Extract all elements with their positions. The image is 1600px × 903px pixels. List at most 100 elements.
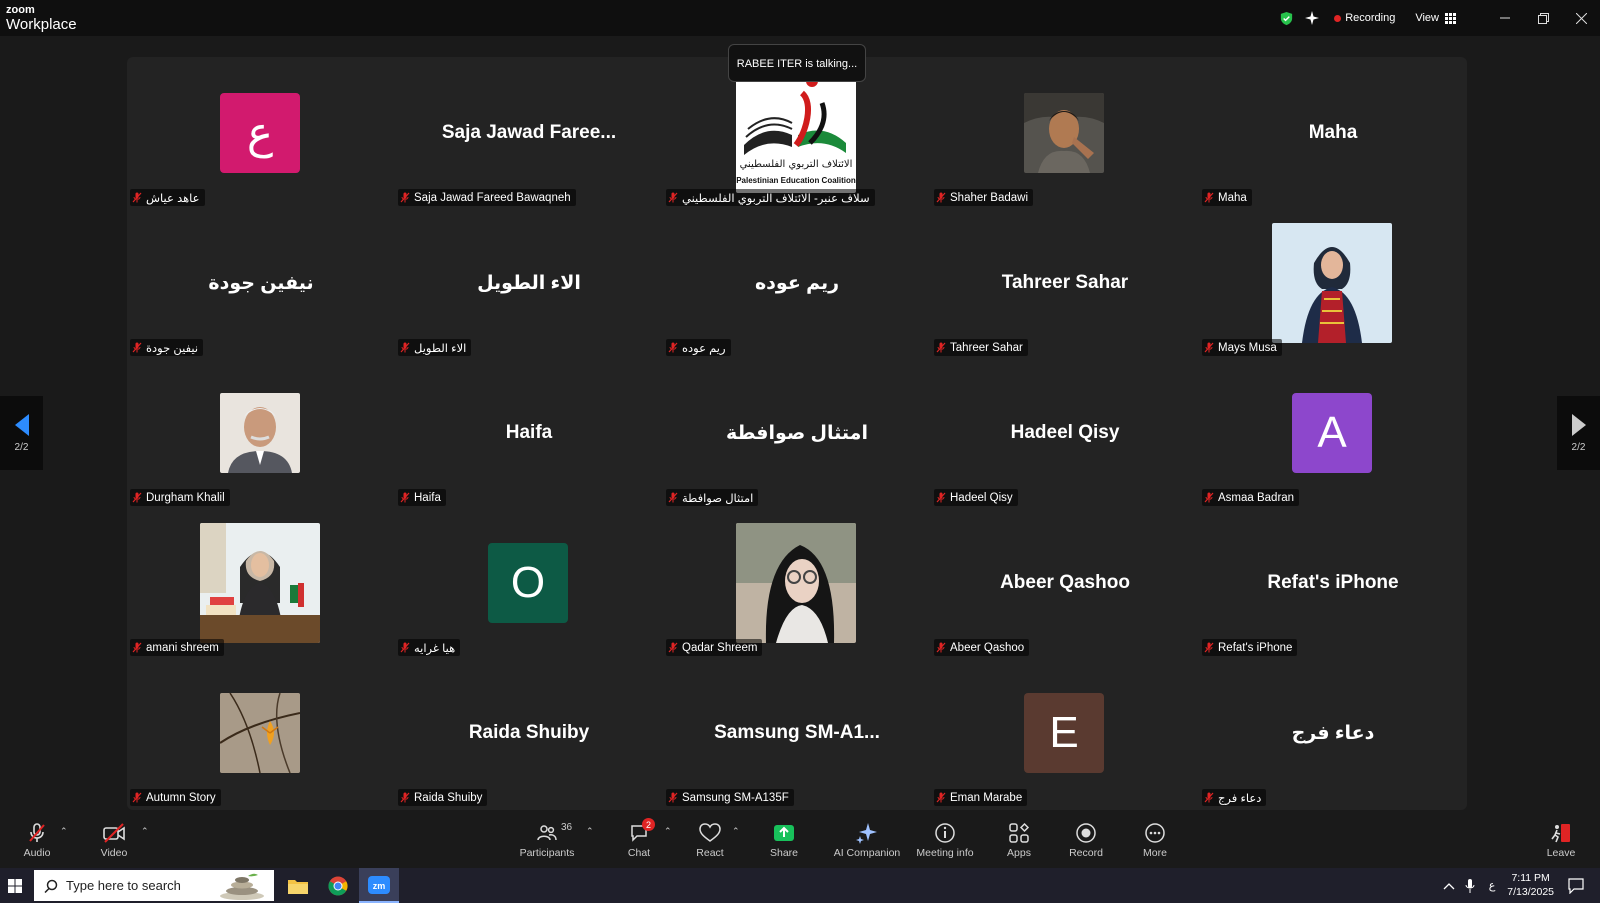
- mic-muted-icon: [668, 792, 678, 803]
- participant-tile[interactable]: O هيا غرايه: [395, 508, 663, 658]
- taskbar-clock[interactable]: 7:11 PM 7/13/2025: [1507, 872, 1554, 899]
- react-options-chevron-icon[interactable]: ⌃: [732, 826, 740, 837]
- participant-tile[interactable]: Maha Maha: [1199, 58, 1467, 208]
- participants-button[interactable]: 36 Participants: [512, 820, 582, 859]
- leave-button[interactable]: Leave: [1526, 820, 1596, 859]
- participant-photo: [200, 523, 320, 643]
- participant-tile[interactable]: Qadar Shreem: [663, 508, 931, 658]
- participant-tile[interactable]: ريم عوده ريم عوده: [663, 208, 931, 358]
- participant-tile[interactable]: A Asmaa Badran: [1199, 358, 1467, 508]
- video-options-chevron-icon[interactable]: ⌃: [141, 826, 149, 837]
- participant-tile[interactable]: Shaher Badawi: [931, 58, 1199, 208]
- participant-display-name: امتثال صوافطة: [726, 422, 868, 444]
- mic-muted-icon: [936, 642, 946, 653]
- participant-video: [736, 523, 856, 643]
- chrome-taskbar-button[interactable]: [318, 868, 358, 903]
- next-page-button[interactable]: 2/2: [1557, 396, 1600, 470]
- participant-display-name: Saja Jawad Faree...: [441, 122, 617, 143]
- participant-tile[interactable]: امتثال صوافطة امتثال صوافطة: [663, 358, 931, 508]
- participant-tile[interactable]: Hadeel Qisy Hadeel Qisy: [931, 358, 1199, 508]
- mic-muted-icon: [668, 192, 678, 203]
- previous-page-button[interactable]: 2/2: [0, 396, 43, 470]
- chrome-icon: [328, 876, 348, 896]
- participant-tile[interactable]: Raida Shuiby Raida Shuiby: [395, 658, 663, 808]
- participant-name-label: Haifa: [398, 489, 446, 506]
- participant-tile[interactable]: Saja Jawad Faree... Saja Jawad Fareed Baw…: [395, 58, 663, 208]
- more-button[interactable]: More: [1120, 820, 1190, 859]
- participant-tile[interactable]: Tahreer Sahar Tahreer Sahar: [931, 208, 1199, 358]
- meeting-info-button[interactable]: Meeting info: [905, 820, 985, 859]
- start-button[interactable]: [0, 868, 30, 903]
- participant-name-label: Saja Jawad Fareed Bawaqneh: [398, 189, 576, 206]
- minimize-icon: [1500, 17, 1510, 19]
- participant-display-name: Tahreer Sahar: [1001, 272, 1129, 293]
- participant-tile[interactable]: Mays Musa: [1199, 208, 1467, 358]
- mic-muted-icon: [132, 192, 142, 203]
- mic-muted-icon: [1204, 492, 1214, 503]
- avatar-initial: A: [1292, 393, 1372, 473]
- mic-muted-icon: [668, 342, 678, 353]
- mic-muted-icon: [400, 192, 410, 203]
- participant-tile[interactable]: نيفين جودة نيفين جودة: [127, 208, 395, 358]
- notifications-icon[interactable]: [1568, 877, 1584, 894]
- mic-muted-icon: [400, 792, 410, 803]
- participant-name-label: Eman Marabe: [934, 789, 1028, 806]
- encryption-shield-icon[interactable]: [1279, 11, 1294, 26]
- recording-dot-icon: [1334, 14, 1342, 22]
- participant-tile[interactable]: Samsung SM-A1... Samsung SM-A135F: [663, 658, 931, 808]
- tray-microphone-icon[interactable]: [1465, 878, 1475, 893]
- avatar-initial: O: [488, 543, 568, 623]
- tray-chevron-up-icon[interactable]: [1443, 882, 1455, 890]
- zoom-taskbar-button[interactable]: zm: [359, 868, 399, 903]
- video-button[interactable]: Video: [79, 820, 149, 859]
- participant-tile[interactable]: E Eman Marabe: [931, 658, 1199, 808]
- file-explorer-taskbar-button[interactable]: [278, 868, 318, 903]
- system-tray: ع 7:11 PM 7/13/2025: [1443, 868, 1600, 903]
- close-button[interactable]: [1562, 0, 1600, 36]
- participant-video: [200, 523, 320, 643]
- participant-name-label: هيا غرايه: [398, 639, 461, 656]
- participants-options-chevron-icon[interactable]: ⌃: [586, 826, 594, 837]
- arrow-right-icon: [1571, 413, 1586, 436]
- apps-button[interactable]: Apps: [984, 820, 1054, 859]
- ai-companion-button[interactable]: AI Companion: [827, 820, 907, 859]
- participant-display-name: Hadeel Qisy: [1010, 422, 1120, 443]
- participant-photo: [1024, 93, 1104, 173]
- input-language-indicator[interactable]: ع: [1489, 879, 1496, 892]
- ai-sparkle-icon[interactable]: [1304, 10, 1320, 26]
- participant-tile[interactable]: Haifa Haifa: [395, 358, 663, 508]
- participant-tile[interactable]: Autumn Story: [127, 658, 395, 808]
- participant-name-label: Autumn Story: [130, 789, 221, 806]
- participant-tile[interactable]: الاء الطويل الاء الطويل: [395, 208, 663, 358]
- logo-arabic-text: الائتلاف التربوي الفلسطيني: [740, 159, 853, 170]
- audio-options-chevron-icon[interactable]: ⌃: [60, 826, 68, 837]
- participant-tile[interactable]: Durgham Khalil: [127, 358, 395, 508]
- windows-taskbar: Type here to search zm ع 7:11 PM 7/13/20…: [0, 868, 1600, 903]
- participant-tile[interactable]: Refat's iPhone Refat's iPhone: [1199, 508, 1467, 658]
- participant-name-label: نيفين جودة: [130, 339, 204, 356]
- ai-companion-sparkle-icon: [856, 823, 877, 844]
- mic-muted-icon: [936, 792, 946, 803]
- recording-indicator[interactable]: Recording: [1334, 12, 1395, 24]
- participant-tile[interactable]: دعاء فرج دعاء فرج: [1199, 658, 1467, 808]
- participant-name-label: عاهد عياش: [130, 189, 205, 206]
- restore-button[interactable]: [1524, 0, 1562, 36]
- apps-icon: [1009, 822, 1030, 843]
- record-button[interactable]: Record: [1051, 820, 1121, 859]
- participant-display-name: الاء الطويل: [477, 272, 581, 294]
- share-button[interactable]: Share: [749, 820, 819, 859]
- participant-name-label: Mays Musa: [1202, 339, 1282, 356]
- mic-muted-icon: [400, 492, 410, 503]
- participant-video: [220, 693, 300, 773]
- taskbar-search-input[interactable]: Type here to search: [34, 870, 274, 901]
- participant-tile[interactable]: amani shreem: [127, 508, 395, 658]
- participant-tile[interactable]: Abeer Qashoo Abeer Qashoo: [931, 508, 1199, 658]
- mic-muted-icon: [1204, 342, 1214, 353]
- minimize-button[interactable]: [1486, 0, 1524, 36]
- participant-tile[interactable]: ع عاهد عياش: [127, 58, 395, 208]
- participant-name-label: Tahreer Sahar: [934, 339, 1028, 356]
- chat-options-chevron-icon[interactable]: ⌃: [664, 826, 672, 837]
- chat-unread-badge: 2: [642, 818, 655, 831]
- view-button[interactable]: View: [1415, 12, 1456, 24]
- mic-muted-icon: [936, 342, 946, 353]
